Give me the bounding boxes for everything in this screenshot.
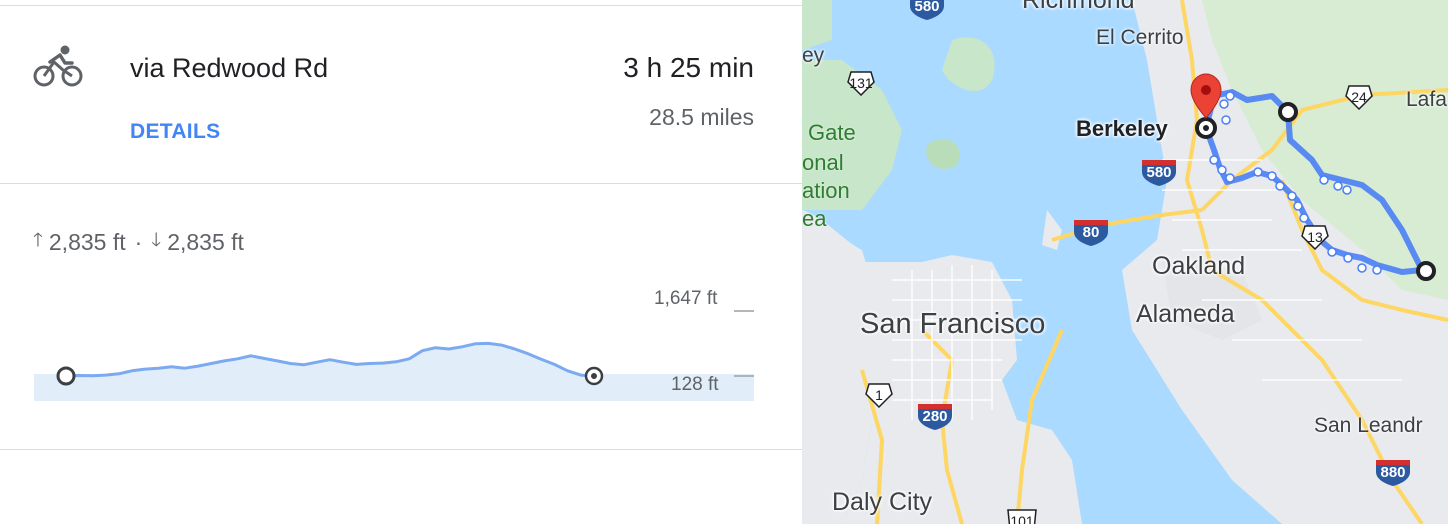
start-marker[interactable]	[56, 366, 76, 386]
map-label-golden-gate-1: Gate	[808, 120, 856, 145]
bottom-divider	[0, 449, 802, 450]
descent-value: 2,835 ft	[167, 228, 244, 255]
angel-island	[942, 37, 995, 91]
i880-shield: 880	[1374, 460, 1412, 486]
map-label-richmond: Richmond	[1022, 0, 1135, 14]
map-label-daly-city: Daly City	[832, 488, 933, 516]
map-label-berkeley: Berkeley	[1076, 116, 1168, 141]
waypoint-marker[interactable]	[1278, 102, 1298, 122]
ascent-value: 2,835 ft	[48, 228, 126, 255]
start-marker-dot	[1203, 125, 1209, 131]
route-distance: 28.5 miles	[649, 104, 754, 130]
map-base	[802, 0, 1448, 524]
map-label-alameda: Alameda	[1136, 300, 1235, 328]
us101-shield: 101	[1004, 508, 1040, 524]
directions-panel: via Redwood Rd DETAILS 3 h 25 min 28.5 m…	[0, 0, 802, 524]
alcatraz-area	[926, 138, 960, 169]
map-label-san-francisco: San Francisco	[860, 308, 1046, 340]
treasure-island	[1042, 210, 1062, 250]
map-label-golden-gate-2: onal	[802, 150, 844, 175]
route-option[interactable]: via Redwood Rd DETAILS 3 h 25 min 28.5 m…	[0, 6, 802, 182]
map-label-lafayette: Lafa	[1406, 88, 1447, 111]
map-label-san-leandro: San Leandr	[1314, 414, 1423, 437]
i580-shield-top: 580	[908, 0, 946, 20]
route-via-label: via Redwood Rd	[130, 53, 329, 83]
ca1-shield: 1	[864, 382, 894, 408]
north-shore-land	[802, 0, 832, 50]
map-view[interactable]: Richmond El Cerrito Berkeley Oakland Ala…	[802, 0, 1448, 524]
ca13-shield: 13	[1300, 224, 1330, 250]
map-label-golden-gate-4: ea	[802, 206, 827, 231]
details-link[interactable]: DETAILS	[130, 120, 220, 144]
elevation-min-label: 128 ft	[671, 374, 719, 395]
bicycle-icon	[32, 44, 84, 93]
map-label-fragment: ey	[802, 44, 825, 67]
end-marker-dot	[591, 373, 597, 379]
map-label-golden-gate-3: ation	[802, 178, 850, 203]
i280-shield: 280	[916, 404, 954, 430]
elevation-summary: 🡑 2,835 ft · 🡓 2,835 ft	[33, 226, 244, 258]
i80-shield: 80	[1072, 220, 1110, 246]
elevation-separator: ·	[134, 228, 143, 255]
map-label-oakland: Oakland	[1152, 252, 1246, 280]
elevation-max-label: 1,647 ft	[654, 288, 718, 309]
map-label-el-cerrito: El Cerrito	[1096, 26, 1184, 49]
ca24-shield: 24	[1344, 84, 1374, 110]
profile-area	[66, 343, 594, 401]
section-divider	[0, 183, 802, 184]
arrow-up-icon: 🡑	[33, 230, 43, 251]
route-duration: 3 h 25 min	[623, 52, 754, 83]
pin-center-dot	[1201, 85, 1211, 95]
arrow-down-icon: 🡓	[151, 230, 162, 251]
ca131-shield: 131	[846, 70, 876, 96]
destination-marker[interactable]	[1416, 261, 1436, 281]
i580-shield: 580	[1140, 160, 1178, 186]
